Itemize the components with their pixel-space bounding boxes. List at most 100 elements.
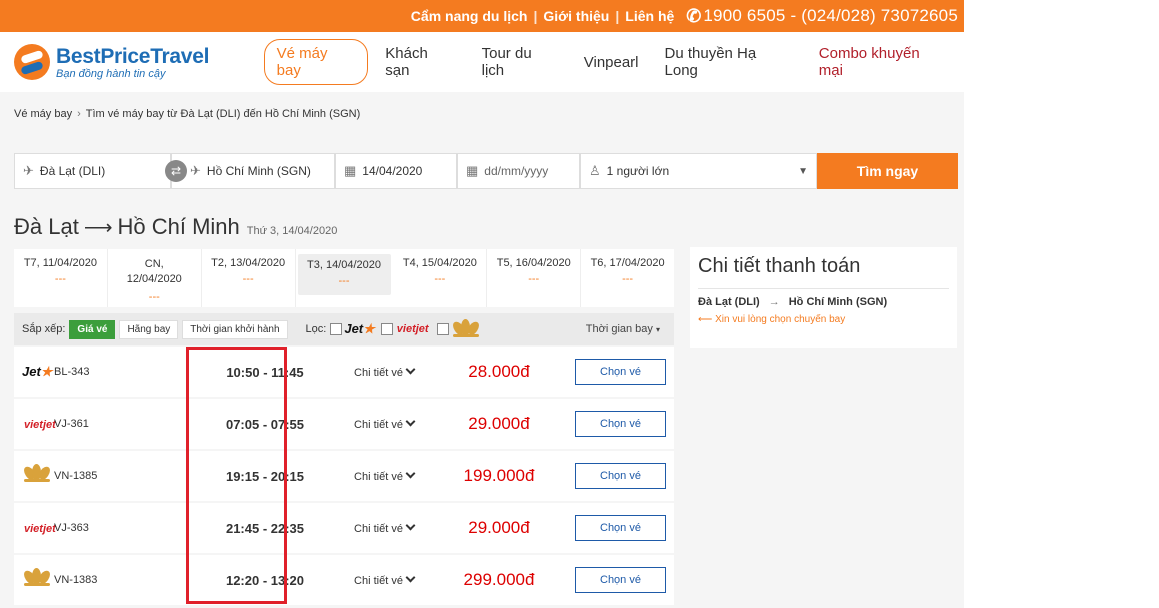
- destination-field[interactable]: ✈ Hồ Chí Minh (SGN): [171, 153, 335, 189]
- flight-list: Jet★ BL-343 10:50 - 11:45 Chi tiết vé 28.000…: [14, 347, 674, 607]
- select-ticket-button[interactable]: Chọn vé: [575, 411, 666, 437]
- airline-filter: Lọc: Jet★ vietjet: [305, 319, 481, 338]
- date-tab[interactable]: T7, 11/04/2020 ---: [14, 249, 108, 307]
- vietjet-logo: vietjet: [24, 523, 56, 535]
- ticket-detail-toggle[interactable]: Chi tiết vé: [334, 572, 434, 587]
- flight-time: 10:50 - 11:45: [226, 364, 304, 380]
- vietjet-checkbox[interactable]: [380, 323, 393, 335]
- jetstar-logo: Jet★: [344, 321, 375, 336]
- hotline[interactable]: 1900 6505 - (024/028) 73072605: [703, 6, 958, 26]
- vietjet-logo: vietjet: [396, 323, 429, 335]
- jetstar-logo: Jet★: [22, 364, 53, 379]
- sort-airline-button[interactable]: Hãng bay: [119, 319, 179, 339]
- sort-price-button[interactable]: Giá vé: [69, 319, 116, 339]
- date-tab[interactable]: T5, 16/04/2020 ---: [487, 249, 582, 307]
- nav-tours[interactable]: Tour du lịch: [473, 39, 567, 85]
- ticket-detail-toggle[interactable]: Chi tiết vé: [334, 364, 434, 379]
- date-tab-selected[interactable]: T3, 14/04/2020 ---: [297, 254, 392, 295]
- guide-link[interactable]: Cẩm nang du lịch: [405, 8, 534, 24]
- ticket-detail-toggle[interactable]: Chi tiết vé: [334, 468, 434, 483]
- flight-code: VN-1385: [54, 470, 98, 482]
- vietnam-airlines-logo: [21, 463, 53, 483]
- flight-code: VJ-361: [54, 418, 89, 430]
- flight-row: vietjet VJ-363 21:45 - 22:35 Chi tiết vé 29.…: [14, 503, 674, 553]
- ticket-detail-toggle[interactable]: Chi tiết vé: [334, 416, 434, 431]
- passenger-select[interactable]: ♙ 1 người lớn ▼: [580, 153, 817, 189]
- flight-price: 199.000đ: [463, 466, 535, 485]
- nav-combo[interactable]: Combo khuyến mại: [810, 39, 956, 85]
- vietnam-airlines-checkbox[interactable]: [436, 323, 449, 335]
- date-tabs: T7, 11/04/2020 --- CN, 12/04/2020 --- T2, …: [14, 249, 674, 307]
- flight-time: 19:15 - 20:15: [225, 468, 305, 484]
- flight-code: VJ-363: [54, 522, 89, 534]
- destination-value: Hồ Chí Minh (SGN): [206, 164, 311, 178]
- calendar-icon: ▦: [466, 163, 479, 178]
- return-date-field[interactable]: ▦ dd/mm/yyyy: [457, 153, 580, 189]
- about-link[interactable]: Giới thiệu: [537, 8, 615, 24]
- sort-label: Sắp xếp:: [22, 323, 66, 335]
- airline-logo: [14, 463, 54, 488]
- airline-logo: [14, 567, 54, 592]
- route-title: Đà Lạt ⟶ Hồ Chí Minh Thứ 3, 14/04/2020: [14, 214, 337, 240]
- depart-date-field[interactable]: ▦ 14/04/2020: [335, 153, 457, 189]
- date-tab[interactable]: T4, 15/04/2020 ---: [393, 249, 488, 307]
- nav-flights[interactable]: Vé máy bay: [263, 39, 369, 85]
- route-from-city: Đà Lạt: [14, 214, 79, 239]
- flight-row: VN-1383 12:20 - 13:20 Chi tiết vé 299.000đ C…: [14, 555, 674, 605]
- airline-logo: Jet★: [14, 363, 54, 381]
- select-ticket-button[interactable]: Chọn vé: [575, 463, 666, 489]
- takeoff-icon: ✈: [23, 163, 34, 178]
- landing-icon: ✈: [190, 163, 201, 178]
- flight-row: VN-1385 19:15 - 20:15 Chi tiết vé 199.000đ C…: [14, 451, 674, 501]
- breadcrumb-separator-icon: ›: [77, 108, 81, 120]
- sort-filter-bar: Sắp xếp: Giá vé Hãng bay Thời gian khởi …: [14, 313, 674, 345]
- search-button[interactable]: Tìm ngay: [817, 153, 958, 189]
- brand-name: BestPriceTravel: [56, 44, 210, 68]
- select-flight-note: ⟵ Xin vui lòng chọn chuyến bay: [698, 314, 846, 325]
- nav-vinpearl[interactable]: Vinpearl: [575, 48, 648, 77]
- origin-field[interactable]: ✈ Đà Lạt (DLI): [14, 153, 171, 189]
- date-tab[interactable]: T2, 13/04/2020 ---: [202, 249, 296, 307]
- page: Cẩm nang du lịch | Giới thiệu | Liên hệ ✆ …: [0, 0, 1159, 608]
- chevron-down-icon: [405, 468, 416, 478]
- breadcrumb-home[interactable]: Vé máy bay: [14, 108, 72, 120]
- nav-hotels[interactable]: Khách sạn: [376, 39, 464, 85]
- flight-price: 28.000đ: [468, 362, 530, 381]
- select-ticket-button[interactable]: Chọn vé: [575, 359, 666, 385]
- ticket-detail-toggle[interactable]: Chi tiết vé: [334, 520, 434, 535]
- passenger-value: 1 người lớn: [606, 164, 670, 178]
- chevron-down-icon: [405, 520, 416, 530]
- select-ticket-button[interactable]: Chọn vé: [575, 567, 666, 593]
- chevron-down-icon: ▼: [798, 165, 808, 177]
- route-to-city: Hồ Chí Minh: [117, 214, 240, 239]
- airline-logo: vietjet: [14, 415, 56, 433]
- vietnam-airlines-logo: [21, 567, 53, 587]
- payment-summary: Chi tiết thanh toán Đà Lạt (DLI) → Hồ Chí …: [690, 247, 957, 348]
- summary-route: Đà Lạt (DLI) → Hồ Chí Minh (SGN): [698, 296, 888, 308]
- caret-down-icon: ▾: [655, 325, 660, 334]
- flight-code: VN-1383: [54, 574, 98, 586]
- main-nav: Vé máy bay Khách sạn Tour du lịch Vinpea…: [263, 39, 964, 85]
- sort-by-duration[interactable]: Thời gian bay ▾: [586, 323, 660, 335]
- airline-logo: vietjet: [14, 519, 56, 537]
- date-tab[interactable]: T6, 17/04/2020 ---: [581, 249, 674, 307]
- breadcrumb-current: Tìm vé máy bay từ Đà Lạt (DLI) đến Hồ Ch…: [85, 108, 361, 120]
- phone-icon: ✆: [686, 5, 702, 26]
- site-logo[interactable]: BestPriceTravel Bạn đồng hành tin cậy: [14, 44, 263, 80]
- flight-time: 12:20 - 13:20: [225, 572, 305, 588]
- chevron-down-icon: [405, 364, 416, 374]
- date-tab[interactable]: CN, 12/04/2020 ---: [108, 249, 202, 307]
- jetstar-checkbox[interactable]: [330, 323, 343, 335]
- contact-link[interactable]: Liên hệ: [619, 8, 680, 24]
- nav-cruise[interactable]: Du thuyền Hạ Long: [656, 39, 802, 85]
- sort-departure-button[interactable]: Thời gian khởi hành: [182, 319, 288, 339]
- brand-slogan: Bạn đồng hành tin cậy: [56, 67, 166, 80]
- origin-value: Đà Lạt (DLI): [39, 164, 106, 178]
- header: BestPriceTravel Bạn đồng hành tin cậy Vé…: [0, 32, 964, 92]
- select-ticket-button[interactable]: Chọn vé: [575, 515, 666, 541]
- swap-icon[interactable]: ⇄: [165, 160, 187, 182]
- filter-label: Lọc:: [305, 323, 327, 335]
- browser-viewport: Cẩm nang du lịch | Giới thiệu | Liên hệ ✆ …: [0, 0, 964, 608]
- route-arrow-icon: ⟶: [83, 217, 113, 239]
- breadcrumb: Vé máy bay › Tìm vé máy bay từ Đà Lạt (DLI…: [14, 108, 360, 120]
